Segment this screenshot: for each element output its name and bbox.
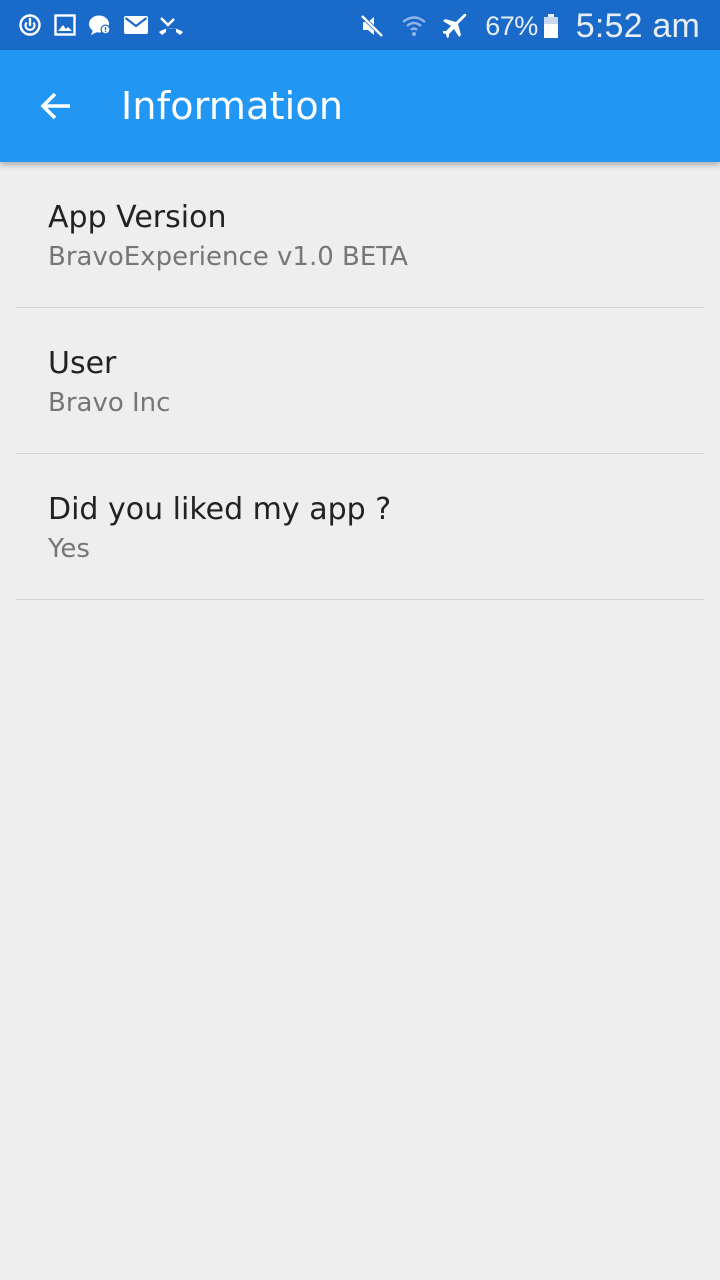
system-status: 67% 5:52 am	[359, 6, 700, 46]
list-item-liked-app[interactable]: Did you liked my app ? Yes	[0, 454, 720, 600]
missed-call-icon	[158, 13, 183, 37]
divider	[16, 599, 704, 600]
chat-icon	[88, 13, 112, 37]
airplane-icon	[442, 13, 469, 39]
page-title: Information	[121, 84, 344, 128]
list-item-user[interactable]: User Bravo Inc	[0, 308, 720, 454]
wifi-icon	[401, 13, 427, 39]
notification-icons	[18, 12, 193, 38]
list-item-title: User	[48, 346, 117, 381]
information-list: App Version BravoExperience v1.0 BETA Us…	[0, 162, 720, 600]
app-bar: Information	[0, 50, 720, 162]
image-icon	[53, 13, 77, 37]
mute-icon	[359, 13, 385, 39]
list-item-app-version[interactable]: App Version BravoExperience v1.0 BETA	[0, 162, 720, 308]
sync-icon	[18, 13, 42, 37]
list-item-title: App Version	[48, 200, 227, 235]
list-item-subtitle: Bravo Inc	[48, 388, 171, 418]
battery-percent: 67%	[485, 10, 538, 41]
list-item-title: Did you liked my app ?	[48, 492, 392, 527]
clock: 5:52 am	[575, 6, 700, 45]
battery-icon	[543, 14, 558, 38]
list-item-subtitle: BravoExperience v1.0 BETA	[48, 242, 408, 272]
back-button[interactable]	[24, 74, 88, 138]
list-item-subtitle: Yes	[48, 534, 90, 564]
arrow-back-icon	[40, 92, 70, 120]
mail-icon	[123, 13, 148, 37]
status-bar: 67% 5:52 am	[0, 0, 720, 50]
